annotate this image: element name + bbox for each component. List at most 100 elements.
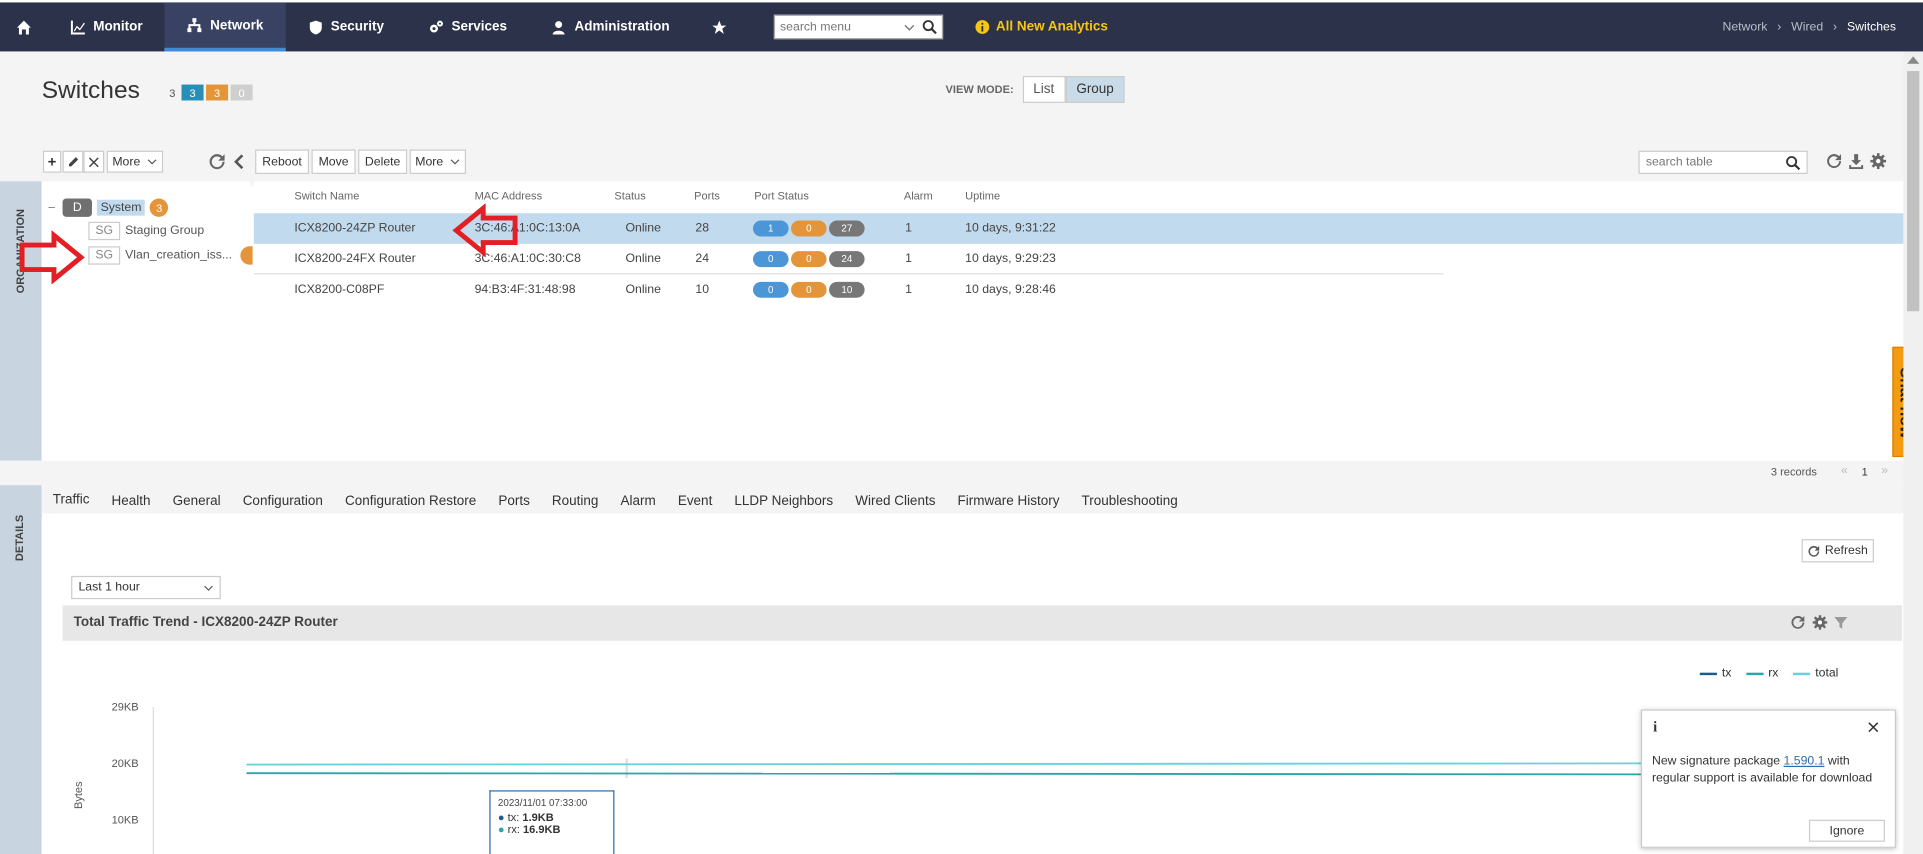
table-search-input[interactable]: search table (1638, 150, 1808, 174)
table-more-dropdown[interactable]: More (409, 149, 467, 174)
all-new-analytics-link[interactable]: All New Analytics (975, 20, 1108, 34)
gear-icon[interactable] (1870, 153, 1887, 170)
cell-uptime: 10 days, 9:29:23 (965, 252, 1056, 266)
tab-configuration[interactable]: Configuration (232, 485, 334, 517)
collapse-panel-icon[interactable] (231, 153, 248, 170)
ignore-button[interactable]: Ignore (1808, 819, 1885, 842)
reboot-button[interactable]: Reboot (255, 149, 310, 174)
move-button[interactable]: Move (311, 149, 356, 174)
refresh-button[interactable]: Refresh (1801, 539, 1874, 563)
y-tick-label: 10KB (112, 814, 139, 826)
tab-ports[interactable]: Ports (487, 485, 541, 517)
signature-package-link[interactable]: 1.590.1 (1784, 755, 1825, 768)
delete-button[interactable]: Delete (358, 149, 408, 174)
edit-button[interactable] (62, 150, 84, 173)
delete-node-button[interactable] (83, 150, 105, 173)
details-strip[interactable]: DETAILS (0, 485, 42, 854)
table-row[interactable]: ICX8200-C08PF 94:B3:4F:31:48:98 Online 1… (254, 274, 1904, 305)
tab-routing[interactable]: Routing (541, 485, 610, 517)
table-row[interactable]: ICX8200-24FX Router 3C:46:A1:0C:30:C8 On… (253, 244, 1444, 275)
breadcrumb-wired[interactable]: Wired (1791, 20, 1823, 33)
nav-network[interactable]: Network (164, 2, 286, 52)
close-icon[interactable] (1868, 722, 1879, 733)
cell-switch-name[interactable]: ICX8200-24FX Router (294, 252, 415, 265)
col-header-switch-name[interactable]: Switch Name (294, 190, 359, 202)
page-number[interactable]: 1 (1862, 466, 1868, 478)
network-icon (187, 18, 202, 33)
filter-icon[interactable] (1833, 615, 1848, 630)
nav-monitor[interactable]: Monitor (48, 2, 165, 51)
org-more-dropdown[interactable]: More (106, 150, 164, 173)
home-button[interactable] (0, 2, 48, 51)
chart-settings-icon[interactable] (1812, 615, 1828, 630)
tab-troubleshooting[interactable]: Troubleshooting (1070, 485, 1188, 517)
tab-traffic[interactable]: Traffic (41, 485, 101, 518)
organization-strip[interactable]: ORGANIZATION (0, 181, 42, 461)
legend-total[interactable]: total (1793, 667, 1838, 680)
breadcrumb-separator-icon: › (1777, 20, 1782, 34)
tooltip-rx-name: rx (507, 823, 517, 836)
notification-popup: i New signature package 1.590.1 with reg… (1640, 709, 1897, 848)
tab-wired-clients[interactable]: Wired Clients (844, 485, 946, 517)
scrollbar-thumb[interactable] (1907, 71, 1920, 312)
next-page-icon[interactable]: » (1881, 464, 1888, 477)
tab-firmware-history[interactable]: Firmware History (946, 485, 1070, 517)
tab-alarm[interactable]: Alarm (609, 485, 666, 517)
scroll-up-icon[interactable] (1907, 56, 1920, 64)
legend-tx[interactable]: tx (1699, 667, 1731, 680)
col-header-uptime[interactable]: Uptime (965, 190, 1000, 202)
cell-status: Online (625, 221, 661, 236)
refresh-icon[interactable] (208, 153, 225, 170)
cell-alarm[interactable]: 1 (905, 222, 912, 235)
nav-monitor-label: Monitor (93, 19, 143, 35)
refresh-chart-icon[interactable] (1791, 615, 1806, 630)
time-range-select[interactable]: Last 1 hour (71, 575, 221, 600)
col-header-status[interactable]: Status (614, 190, 645, 202)
tab-health[interactable]: Health (101, 485, 162, 517)
col-header-port-status[interactable]: Port Status (754, 190, 809, 202)
refresh-table-icon[interactable] (1826, 153, 1842, 169)
tab-lldp-neighbors[interactable]: LLDP Neighbors (723, 485, 844, 517)
details-label: DETAILS (13, 514, 26, 562)
tab-configuration-restore[interactable]: Configuration Restore (334, 485, 487, 517)
menu-search-input[interactable]: search menu (773, 14, 944, 40)
cell-alarm[interactable]: 1 (905, 283, 912, 296)
collapse-icon[interactable]: − (48, 200, 58, 215)
series-total-line[interactable] (246, 762, 1670, 766)
view-mode-group-button[interactable]: Group (1065, 75, 1125, 103)
tooltip-tx-row: ● tx: 1.9KB (497, 811, 554, 824)
tab-event[interactable]: Event (667, 485, 724, 517)
series-rx-line[interactable] (246, 772, 1670, 776)
view-mode-label: VIEW MODE: (945, 83, 1014, 96)
breadcrumb-network[interactable]: Network (1722, 20, 1767, 33)
time-range-value: Last 1 hour (78, 580, 140, 595)
view-mode-list-button[interactable]: List (1022, 75, 1066, 103)
col-header-ports[interactable]: Ports (694, 190, 720, 202)
page-scrollbar[interactable] (1903, 51, 1923, 854)
cell-uptime: 10 days, 9:31:22 (965, 221, 1056, 236)
chevron-down-icon (204, 585, 213, 591)
search-icon (1786, 155, 1801, 170)
download-icon[interactable] (1848, 153, 1864, 170)
col-header-mac-address[interactable]: MAC Address (475, 190, 542, 202)
status-badge-offline: 0 (230, 84, 253, 101)
user-icon (553, 20, 566, 34)
cell-switch-name[interactable]: ICX8200-24ZP Router (294, 222, 415, 235)
tree-node-vlan-creation[interactable]: SG Vlan_creation_iss... (88, 246, 232, 265)
tree-node-staging-group[interactable]: SG Staging Group (88, 221, 204, 241)
add-button[interactable]: + (42, 150, 62, 173)
cell-switch-name[interactable]: ICX8200-C08PF (294, 283, 384, 296)
tab-general[interactable]: General (162, 485, 232, 517)
pagination-bar: 3 records « 1 » (0, 460, 1904, 486)
favorites-button[interactable] (692, 2, 747, 51)
col-header-alarm[interactable]: Alarm (904, 190, 933, 202)
pencil-icon (68, 157, 78, 167)
nav-services[interactable]: Services (406, 2, 529, 51)
nav-security[interactable]: Security (285, 2, 406, 51)
search-icon[interactable] (922, 20, 937, 35)
prev-page-icon[interactable]: « (1841, 464, 1848, 477)
cell-alarm[interactable]: 1 (905, 252, 912, 265)
nav-administration[interactable]: Administration (529, 2, 692, 51)
legend-rx[interactable]: rx (1746, 667, 1778, 680)
tree-node-system[interactable]: − D System 3 (48, 198, 169, 217)
